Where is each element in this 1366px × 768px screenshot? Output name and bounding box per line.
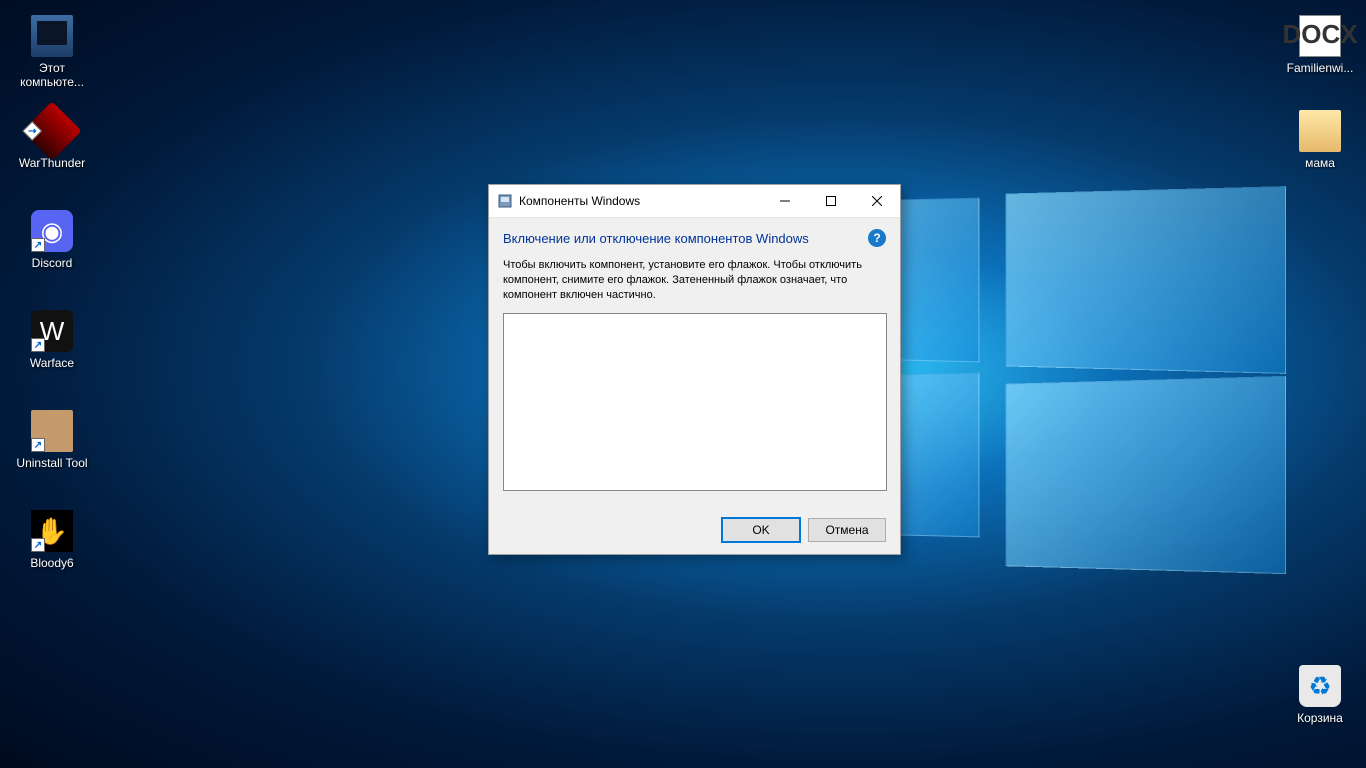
dialog-description: Чтобы включить компонент, установите его… [503, 258, 886, 303]
shortcut-arrow-icon: ↗ [22, 121, 42, 141]
maximize-button[interactable] [808, 185, 854, 218]
features-listbox[interactable] [503, 313, 887, 491]
cancel-button[interactable]: Отмена [808, 518, 886, 542]
desktop-icon-label: Discord [12, 256, 92, 270]
desktop-icon-label: Bloody6 [12, 556, 92, 570]
bloody6-icon: ✋↗ [31, 510, 73, 552]
shortcut-arrow-icon: ↗ [31, 338, 45, 352]
uninstall-tool-icon: ↗ [31, 410, 73, 452]
minimize-button[interactable] [762, 185, 808, 218]
desktop-icon-label: Корзина [1280, 711, 1360, 725]
desktop-icon-label: мама [1280, 156, 1360, 170]
this-pc-icon [31, 15, 73, 57]
desktop-icon-this-pc[interactable]: Этот компьюте... [12, 15, 92, 89]
desktop-icon-label: Familienwi... [1280, 61, 1360, 75]
desktop-icon-mama[interactable]: мама [1280, 110, 1360, 170]
window-title: Компоненты Windows [519, 194, 762, 208]
close-button[interactable] [854, 185, 900, 218]
dialog-heading: Включение или отключение компонентов Win… [503, 230, 886, 248]
app-icon [497, 193, 513, 209]
desktop-icon-label: Warface [12, 356, 92, 370]
desktop-icon-discord[interactable]: ◉↗ Discord [12, 210, 92, 270]
desktop-icon-warthunder[interactable]: ↗WarThunder [12, 110, 92, 170]
desktop-icon-uninstall-tool[interactable]: ↗ Uninstall Tool [12, 410, 92, 470]
warthunder-icon: ↗ [22, 101, 81, 160]
windows-features-dialog: Компоненты Windows Включение или отключе… [488, 184, 901, 555]
ok-button[interactable]: OK [722, 518, 800, 542]
desktop-icon-label: Uninstall Tool [12, 456, 92, 470]
mama-icon [1299, 110, 1341, 152]
shortcut-arrow-icon: ↗ [31, 438, 45, 452]
warface-icon: W↗ [31, 310, 73, 352]
titlebar[interactable]: Компоненты Windows [489, 185, 900, 218]
desktop-icon-bloody6[interactable]: ✋↗ Bloody6 [12, 510, 92, 570]
desktop-icon-recycle-bin[interactable]: ♻ Корзина [1280, 665, 1360, 725]
desktop-icon-warface[interactable]: W↗ Warface [12, 310, 92, 370]
desktop-icon-familienwi[interactable]: DOCX Familienwi... [1280, 15, 1360, 75]
help-icon[interactable]: ? [868, 229, 886, 247]
shortcut-arrow-icon: ↗ [31, 538, 45, 552]
recycle-bin-icon: ♻ [1299, 665, 1341, 707]
familienwi-icon: DOCX [1299, 15, 1341, 57]
shortcut-arrow-icon: ↗ [31, 238, 45, 252]
desktop-icon-label: Этот компьюте... [12, 61, 92, 89]
discord-icon: ◉↗ [31, 210, 73, 252]
